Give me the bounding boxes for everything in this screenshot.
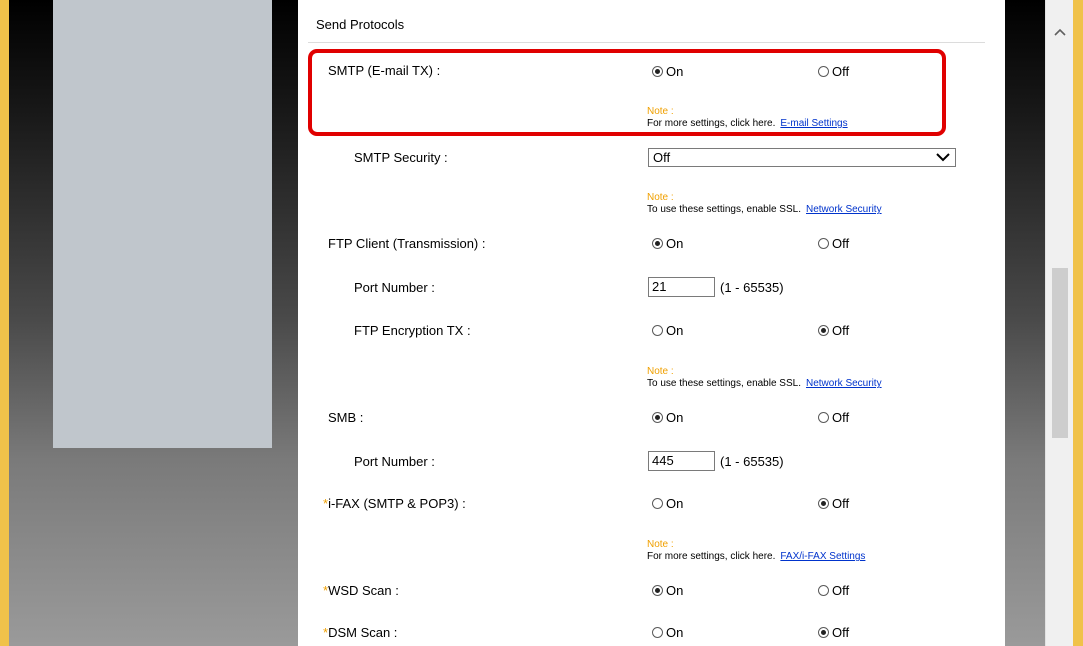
smb-label: SMB :: [328, 410, 364, 425]
smtp-off-label: Off: [832, 64, 850, 79]
radio-unchecked-icon: [652, 627, 663, 638]
wsd-scan-off-radio[interactable]: Off: [818, 583, 849, 598]
ifax-off-label: Off: [832, 496, 850, 511]
wsd-scan-on-label: On: [666, 583, 684, 598]
ftp-client-off-radio[interactable]: Off: [818, 236, 849, 251]
radio-checked-icon: [818, 627, 829, 638]
dsm-scan-on-label: On: [666, 625, 684, 640]
dsm-scan-off-label: Off: [832, 625, 850, 640]
settings-content: Send Protocols SMTP (E-mail TX) : On Off…: [298, 0, 1005, 646]
smtp-note: Note : For more settings, click here. E-m…: [647, 106, 848, 130]
ftp-encryption-on-radio[interactable]: On: [652, 323, 683, 338]
ifax-on-radio[interactable]: On: [652, 496, 683, 511]
radio-unchecked-icon: [652, 325, 663, 336]
note-text: To use these settings, enable SSL.: [647, 204, 801, 215]
wsd-scan-off-label: Off: [832, 583, 850, 598]
smtp-on-radio[interactable]: On: [652, 64, 683, 79]
ftp-client-off-label: Off: [832, 236, 850, 251]
smtp-security-value: Off: [653, 150, 671, 165]
note-heading: Note :: [647, 106, 674, 117]
smtp-security-select[interactable]: Off: [648, 148, 956, 167]
radio-unchecked-icon: [818, 66, 829, 77]
vertical-scrollbar[interactable]: [1045, 0, 1073, 646]
note-text: For more settings, click here.: [647, 551, 776, 562]
smb-on-label: On: [666, 410, 684, 425]
radio-checked-icon: [652, 238, 663, 249]
smb-off-label: Off: [832, 410, 850, 425]
fax-ifax-settings-link[interactable]: FAX/i-FAX Settings: [780, 551, 865, 562]
radio-checked-icon: [652, 585, 663, 596]
ftp-client-on-radio[interactable]: On: [652, 236, 683, 251]
radio-unchecked-icon: [818, 585, 829, 596]
chevron-up-icon: [1053, 28, 1066, 36]
radio-checked-icon: [818, 498, 829, 509]
note-heading: Note :: [647, 366, 674, 377]
ftp-port-input[interactable]: 21: [648, 277, 715, 297]
dsm-scan-label-text: DSM Scan :: [328, 625, 398, 640]
smb-off-radio[interactable]: Off: [818, 410, 849, 425]
dsm-scan-off-radio[interactable]: Off: [818, 625, 849, 640]
ifax-label: *i-FAX (SMTP & POP3) :: [323, 496, 466, 511]
scroll-up-arrow-icon[interactable]: [1046, 22, 1073, 42]
network-security-link[interactable]: Network Security: [806, 378, 882, 389]
email-settings-link[interactable]: E-mail Settings: [780, 118, 847, 129]
smb-port-label: Port Number :: [354, 454, 435, 469]
window-frame-right: [1073, 0, 1083, 646]
smtp-off-radio[interactable]: Off: [818, 64, 849, 79]
ftp-encryption-label: FTP Encryption TX :: [354, 323, 471, 338]
smb-port-range: (1 - 65535): [720, 454, 784, 469]
ftp-port-range: (1 - 65535): [720, 280, 784, 295]
right-background-panel: [1005, 0, 1045, 646]
smtp-label: SMTP (E-mail TX) :: [328, 63, 441, 78]
ftp-encryption-off-radio[interactable]: Off: [818, 323, 849, 338]
radio-checked-icon: [818, 325, 829, 336]
wsd-scan-label: *WSD Scan :: [323, 583, 399, 598]
note-text: To use these settings, enable SSL.: [647, 378, 801, 389]
left-menu-panel: [53, 0, 272, 448]
smtp-security-label: SMTP Security :: [354, 150, 448, 165]
ftp-encryption-on-label: On: [666, 323, 684, 338]
radio-unchecked-icon: [818, 238, 829, 249]
section-title: Send Protocols: [316, 17, 405, 32]
smb-on-radio[interactable]: On: [652, 410, 683, 425]
ftp-client-label: FTP Client (Transmission) :: [328, 236, 486, 251]
ifax-note: Note : For more settings, click here. FAX…: [647, 539, 865, 563]
smb-port-input[interactable]: 445: [648, 451, 715, 471]
network-security-link[interactable]: Network Security: [806, 204, 882, 215]
dsm-scan-on-radio[interactable]: On: [652, 625, 683, 640]
radio-unchecked-icon: [818, 412, 829, 423]
smtp-on-label: On: [666, 64, 684, 79]
radio-unchecked-icon: [652, 498, 663, 509]
smtp-security-note: Note : To use these settings, enable SSL…: [647, 192, 882, 216]
wsd-scan-on-radio[interactable]: On: [652, 583, 683, 598]
dsm-scan-label: *DSM Scan :: [323, 625, 397, 640]
radio-checked-icon: [652, 66, 663, 77]
scrollbar-thumb[interactable]: [1052, 268, 1068, 438]
section-divider: [308, 42, 985, 43]
note-heading: Note :: [647, 192, 674, 203]
ifax-off-radio[interactable]: Off: [818, 496, 849, 511]
ftp-encryption-note: Note : To use these settings, enable SSL…: [647, 366, 882, 390]
window-frame-left: [0, 0, 9, 646]
ifax-label-text: i-FAX (SMTP & POP3) :: [328, 496, 466, 511]
ftp-port-label: Port Number :: [354, 280, 435, 295]
wsd-scan-label-text: WSD Scan :: [328, 583, 399, 598]
note-heading: Note :: [647, 539, 674, 550]
ifax-on-label: On: [666, 496, 684, 511]
radio-checked-icon: [652, 412, 663, 423]
ftp-encryption-off-label: Off: [832, 323, 850, 338]
ftp-client-on-label: On: [666, 236, 684, 251]
note-text: For more settings, click here.: [647, 118, 776, 129]
chevron-down-icon: [936, 153, 950, 162]
